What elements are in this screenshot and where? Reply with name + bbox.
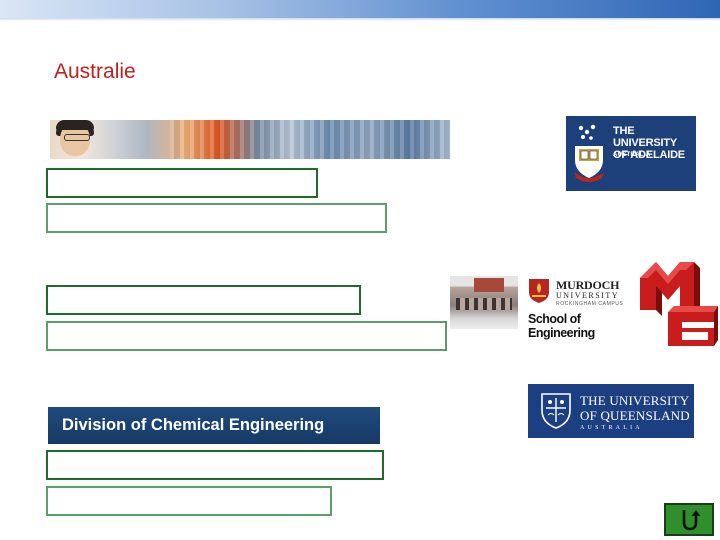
banner-person-glasses xyxy=(64,134,90,141)
slide-title: Australie xyxy=(54,60,136,83)
uq-line-3: AUSTRALIA xyxy=(580,425,643,431)
adelaide-shield-icon xyxy=(574,124,604,182)
murdoch-campus: ROCKINGHAM CAMPUS xyxy=(556,301,624,307)
murdoch-campus-photo xyxy=(450,276,518,329)
link-box-3[interactable] xyxy=(46,285,361,315)
top-bar-shadow xyxy=(0,18,720,21)
queensland-logo[interactable]: THE UNIVERSITY OF QUEENSLAND AUSTRALIA xyxy=(528,384,694,438)
adelaide-line-3: AUSTRALIA xyxy=(613,152,651,158)
uq-line-2: OF QUEENSLAND xyxy=(580,408,690,423)
adelaide-line-1: THE UNIVERSITY xyxy=(613,125,678,149)
adelaide-logo[interactable]: THE UNIVERSITY OF ADELAIDE AUSTRALIA xyxy=(566,116,696,191)
top-decorative-bar xyxy=(0,0,720,18)
engineering-banner-image xyxy=(50,120,450,159)
uq-line-1: THE UNIVERSITY xyxy=(580,393,690,408)
link-box-1[interactable] xyxy=(46,168,318,198)
return-button[interactable] xyxy=(664,503,714,536)
murdoch-university: UNIVERSITY xyxy=(556,291,619,300)
link-box-6[interactable] xyxy=(46,486,332,516)
murdoch-logo[interactable]: MURDOCH UNIVERSITY ROCKINGHAM CAMPUS Sch… xyxy=(526,274,634,340)
me-3d-logo-icon[interactable] xyxy=(634,256,718,348)
division-chemical-engineering-banner[interactable]: Division of Chemical Engineering xyxy=(48,407,380,444)
banner-person-fringe xyxy=(56,120,94,130)
murdoch-building-windows xyxy=(456,298,512,310)
link-box-4[interactable] xyxy=(46,321,447,351)
murdoch-building-roof xyxy=(474,278,504,292)
u-turn-arrow-icon xyxy=(682,510,701,531)
link-box-5[interactable] xyxy=(46,450,384,480)
uq-crest-icon xyxy=(541,393,571,429)
murdoch-school: School of Engineering xyxy=(528,312,595,340)
banner-lab-stripes xyxy=(170,120,450,159)
murdoch-crest-icon xyxy=(529,279,549,303)
link-box-2[interactable] xyxy=(46,203,387,233)
